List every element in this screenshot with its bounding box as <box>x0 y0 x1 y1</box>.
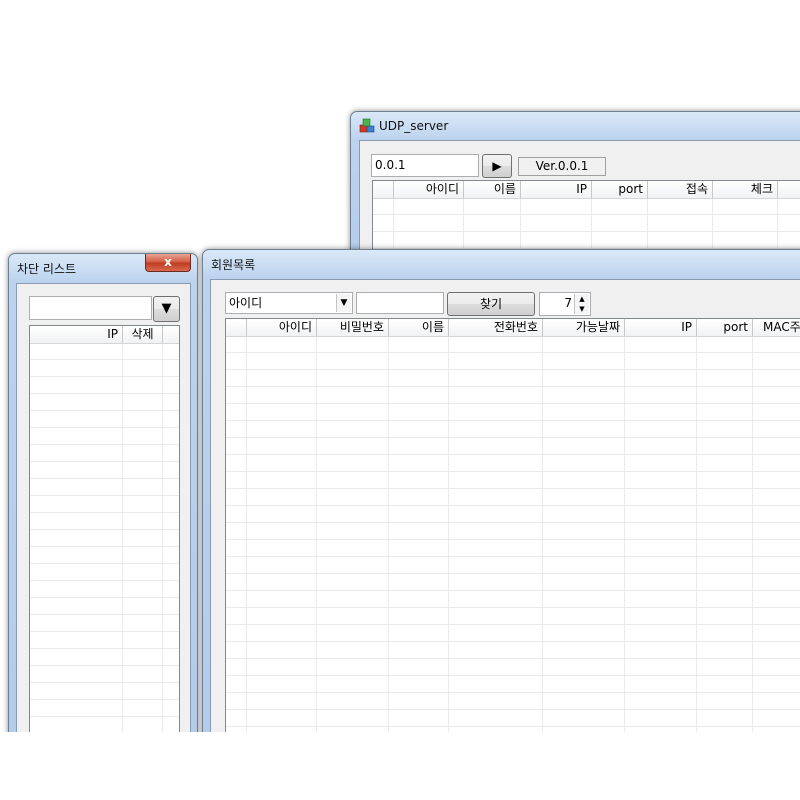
play-button[interactable]: ▶ <box>482 154 512 178</box>
close-icon: x <box>164 255 172 269</box>
block-list-header: IP 삭제 <box>30 326 179 344</box>
block-list-window: 차단 리스트 x ▼ IP 삭제 <box>8 253 198 773</box>
version-text: Ver.0.0.1 <box>535 159 589 173</box>
member-table[interactable]: 아이디 비밀번호 이름 전화번호 가능날짜 IP port MAC주 <box>225 318 800 738</box>
col-header-member-id[interactable]: 아이디 <box>247 319 317 336</box>
col-header-filler <box>778 181 800 198</box>
count-spinner-value: 7 <box>564 296 572 310</box>
col-header-check[interactable]: 체크 <box>713 181 778 198</box>
search-field-value: 아이디 <box>229 296 263 310</box>
ip-input-value: 0.0.1 <box>375 158 406 172</box>
close-button[interactable]: x <box>145 254 191 272</box>
col-header-name[interactable]: 이름 <box>464 181 521 198</box>
search-field-select[interactable]: 아이디 ▼ <box>225 292 353 314</box>
col-header-port[interactable]: port <box>592 181 648 198</box>
col-header-phone[interactable]: 전화번호 <box>449 319 543 336</box>
member-table-header: 아이디 비밀번호 이름 전화번호 가능날짜 IP port MAC주 <box>226 319 800 337</box>
app-cubes-icon <box>359 118 375 133</box>
ip-input[interactable]: 0.0.1 <box>371 154 479 177</box>
col-header-member-ip[interactable]: IP <box>625 319 697 336</box>
col-header-delete[interactable]: 삭제 <box>123 326 163 343</box>
member-list-title: 회원목록 <box>211 257 256 272</box>
block-ip-combobox[interactable] <box>29 296 152 320</box>
udp-server-titlebar[interactable]: UDP_server <box>351 112 800 140</box>
block-dropdown-button[interactable]: ▼ <box>153 296 180 322</box>
spinner-arrows-icon[interactable]: ▲ ▼ <box>574 294 589 314</box>
col-header-block-ip[interactable]: IP <box>30 326 123 343</box>
chevron-down-icon: ▼ <box>336 294 351 312</box>
col-header-id[interactable]: 아이디 <box>394 181 464 198</box>
col-header-available-date[interactable]: 가능날짜 <box>543 319 625 336</box>
col-header-block-filler <box>163 326 179 343</box>
block-list-client: ▼ IP 삭제 <box>16 283 191 772</box>
connection-list-header: 아이디 이름 IP port 접속 체크 <box>373 181 800 199</box>
col-header-connect[interactable]: 접속 <box>648 181 713 198</box>
chevron-down-icon: ▼ <box>161 301 172 316</box>
member-list-client: 아이디 ▼ 찾기 7 ▲ ▼ 아이디 비밀번호 이름 전화번호 가능날짜 IP … <box>210 279 800 768</box>
find-button[interactable]: 찾기 <box>447 292 535 316</box>
version-label: Ver.0.0.1 <box>518 157 606 176</box>
block-list-table[interactable]: IP 삭제 <box>29 325 180 735</box>
col-header-mac[interactable]: MAC주 <box>753 319 800 336</box>
count-spinner[interactable]: 7 ▲ ▼ <box>539 292 591 316</box>
find-button-label: 찾기 <box>479 297 503 311</box>
col-header-ip[interactable]: IP <box>521 181 592 198</box>
play-icon: ▶ <box>492 159 502 173</box>
col-header-member-port[interactable]: port <box>697 319 753 336</box>
col-header-password[interactable]: 비밀번호 <box>317 319 389 336</box>
desktop-blank-area <box>0 732 800 800</box>
col-header-select[interactable] <box>373 181 394 198</box>
block-list-title: 차단 리스트 <box>17 261 77 276</box>
col-header-member-select[interactable] <box>226 319 247 336</box>
member-list-titlebar[interactable]: 회원목록 <box>203 250 800 278</box>
udp-server-title: UDP_server <box>379 119 449 133</box>
search-input[interactable] <box>356 292 444 314</box>
member-list-window: 회원목록 아이디 ▼ 찾기 7 ▲ ▼ 아이디 비밀번호 이름 전화번호 가능날… <box>202 249 800 769</box>
col-header-member-name[interactable]: 이름 <box>389 319 449 336</box>
